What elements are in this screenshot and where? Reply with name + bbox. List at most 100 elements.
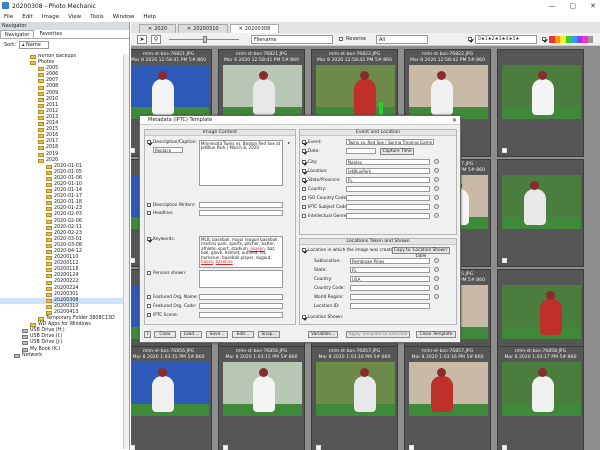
save-button[interactable]: Save...	[206, 331, 228, 338]
variables-button[interactable]: Variables...	[308, 331, 338, 338]
org-name-field[interactable]	[199, 294, 283, 300]
menu-tools[interactable]: Tools	[90, 14, 104, 20]
headline-field[interactable]	[199, 210, 283, 216]
tag-checkbox[interactable]	[131, 445, 135, 450]
city-lookup-icon[interactable]	[434, 159, 439, 164]
country2-field[interactable]: USA	[350, 276, 430, 282]
caption-menu-icon[interactable]: ▸	[287, 140, 291, 145]
headline-checkbox[interactable]	[147, 211, 151, 215]
maximize-icon[interactable]: ▢	[570, 2, 577, 10]
state2-lookup-icon[interactable]	[434, 267, 439, 272]
iso-checkbox[interactable]	[302, 196, 306, 200]
color-filter-checkbox[interactable]	[542, 37, 546, 41]
tab-20200310[interactable]: ✕ 20200310	[177, 24, 228, 33]
state2-field[interactable]: FL	[350, 267, 430, 273]
country-checkbox[interactable]	[302, 187, 306, 191]
subject-lookup-icon[interactable]	[434, 204, 439, 209]
reverse-checkbox[interactable]	[339, 37, 343, 41]
location-field[interactable]: JetBluePark	[346, 168, 430, 174]
close-icon[interactable]: ✕	[590, 2, 596, 10]
loc-created-checkbox[interactable]	[302, 248, 306, 252]
sort-select[interactable]: ▴ Name	[18, 41, 49, 49]
org-code-field[interactable]	[199, 303, 283, 309]
keywords-textarea[interactable]: MLB, baseball, major league baseball, ma…	[199, 236, 283, 268]
writers-field[interactable]	[199, 202, 283, 208]
tag-checkbox[interactable]	[223, 445, 228, 450]
country2-lookup-icon[interactable]	[434, 276, 439, 281]
edit-button[interactable]: Edit...	[232, 331, 254, 338]
tag-checkbox[interactable]	[502, 258, 507, 263]
tab-favorites[interactable]: Favorites	[35, 30, 66, 38]
sort-field-select[interactable]: Filename	[251, 35, 333, 44]
world-region-lookup-icon[interactable]	[434, 294, 439, 299]
rating-filter-strip[interactable]: 0★1★2★3★4★5★	[475, 35, 537, 44]
state-field[interactable]: FL	[346, 177, 430, 183]
caption-checkbox[interactable]	[147, 140, 151, 144]
menu-file[interactable]: File	[4, 14, 13, 20]
rating-filter-checkbox[interactable]	[468, 37, 472, 41]
sublocation-field[interactable]: Pembroke Pines	[350, 258, 430, 264]
city-field[interactable]: Naples	[346, 159, 430, 165]
filter-select[interactable]: All	[376, 35, 428, 44]
event-checkbox[interactable]	[302, 140, 306, 144]
writers-checkbox[interactable]	[147, 203, 151, 207]
caption-mode-select[interactable]: Replace	[153, 147, 183, 153]
genre-field[interactable]	[346, 213, 430, 219]
persons-checkbox[interactable]	[147, 271, 151, 275]
location-id-field[interactable]	[350, 303, 430, 309]
zoom-icon[interactable]: ⚲	[151, 35, 161, 44]
copy-location-button[interactable]: Copy to 'Location Shown' table	[392, 247, 450, 259]
tab-close-icon[interactable]: ✕	[187, 25, 191, 33]
navigator-scrollbar[interactable]	[123, 54, 129, 449]
snap-button[interactable]: Snap...	[258, 331, 280, 338]
slider-thumb[interactable]	[203, 36, 207, 43]
menu-edit[interactable]: Edit	[22, 14, 33, 20]
apply-template-button[interactable]: Apply Template to Selected	[346, 331, 410, 338]
load-button[interactable]: Load...	[180, 331, 202, 338]
state-lookup-icon[interactable]	[434, 177, 439, 182]
iso-field[interactable]	[346, 195, 430, 201]
tab-navigator[interactable]: Navigator	[0, 30, 35, 38]
menu-help[interactable]: Help	[143, 14, 156, 20]
tag-checkbox[interactable]	[409, 445, 414, 450]
sublocation-lookup-icon[interactable]	[434, 258, 439, 263]
iso-lookup-icon[interactable]	[434, 195, 439, 200]
keywords-checkbox[interactable]	[147, 237, 151, 241]
country-code-lookup-icon[interactable]	[434, 285, 439, 290]
state-checkbox[interactable]	[302, 178, 306, 182]
org-code-checkbox[interactable]	[147, 304, 151, 308]
thumbnail-cell[interactable]: mlm-st-bos-76856.JPG Mar 8 2020 1:03:15 P…	[218, 346, 305, 450]
location-lookup-icon[interactable]	[434, 168, 439, 173]
tag-checkbox[interactable]	[131, 258, 135, 263]
tag-checkbox[interactable]	[502, 445, 507, 450]
org-name-checkbox[interactable]	[147, 295, 151, 299]
thumbnail-cell[interactable]: mlm-st-bos-76857.JPG Mar 8 2020 1:03:16 P…	[311, 346, 398, 450]
tree-drive[interactable]: Network	[0, 353, 124, 359]
tab-close-icon[interactable]: ✕	[239, 25, 243, 33]
tag-checkbox[interactable]	[316, 445, 321, 450]
caption-textarea[interactable]: Minnesota Twins vs. Boston Red Sox at Je…	[199, 140, 283, 186]
tab-20200308[interactable]: ✕ 20200308	[229, 24, 280, 33]
dialog-close-icon[interactable]: ✕	[452, 116, 457, 125]
date-checkbox[interactable]	[302, 149, 306, 153]
location-checkbox[interactable]	[302, 169, 306, 173]
color-class-strip[interactable]	[549, 36, 593, 43]
thumbnail-cell[interactable]	[497, 49, 584, 157]
country-field[interactable]	[346, 186, 430, 192]
menu-image[interactable]: Image	[42, 14, 59, 20]
pointer-tool-icon[interactable]: ➤	[137, 35, 147, 44]
help-button[interactable]: ?	[144, 331, 151, 338]
event-field[interactable]: Twins vs. Red Sox | Spring Training Game	[346, 139, 434, 145]
tab-close-icon[interactable]: ✕	[148, 25, 152, 33]
thumbnail-cell[interactable]: mlm-st-bos-76858.JPG Mar 8 2020 1:03:17 P…	[497, 346, 584, 450]
subject-field[interactable]	[346, 204, 430, 210]
tab-2020[interactable]: ✕ 2020	[139, 24, 176, 33]
menu-window[interactable]: Window	[113, 14, 135, 20]
menu-view[interactable]: View	[68, 14, 81, 20]
genre-checkbox[interactable]	[302, 214, 306, 218]
date-field[interactable]	[346, 148, 376, 154]
country-code-field[interactable]	[350, 285, 430, 291]
capture-time-button[interactable]: Capture Time	[380, 148, 414, 155]
clear-button[interactable]: Clear	[154, 331, 176, 338]
persons-field[interactable]	[199, 270, 283, 288]
